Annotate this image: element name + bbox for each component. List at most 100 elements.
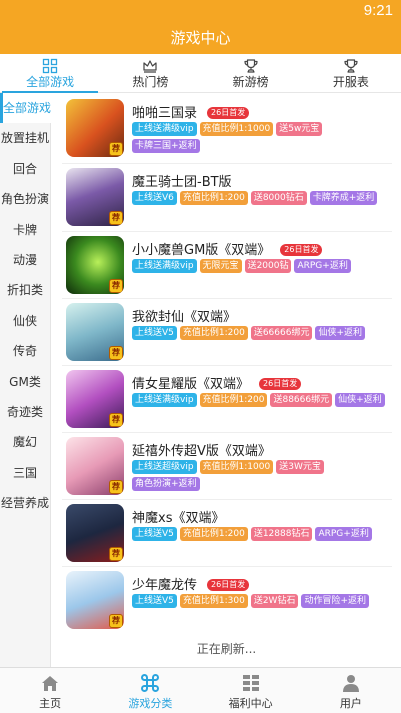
tag-genre: 仙侠+返利 <box>335 393 385 407</box>
recommend-badge: 荐 <box>109 614 123 628</box>
game-title: 小小魔兽GM版《双端》 26日首发 <box>132 239 323 258</box>
recommend-badge: 荐 <box>109 547 123 561</box>
launch-badge: 26日首发 <box>259 378 302 390</box>
user-icon <box>342 675 359 692</box>
tab-new-ranking[interactable]: 新游榜 <box>201 54 301 92</box>
tag-ratio: 充值比例1:1000 <box>199 460 274 474</box>
sidebar-item-anime[interactable]: 动漫 <box>0 245 50 275</box>
sidebar-item-card[interactable]: 卡牌 <box>0 215 50 245</box>
tag-vip: 上线送满级vip <box>132 393 197 407</box>
tag-list: 上线送满级vip 充值比例1:200 送88666绑元 仙侠+返利 <box>132 393 392 410</box>
game-list-item[interactable]: 荐 小小魔兽GM版《双端》 26日首发 上线送满级vip 无限元宝 送2000钻 ARP… <box>62 232 392 298</box>
game-list-item[interactable]: 荐 延禧外传超V版《双端》 上线送超级vip 充值比例1:1000 送3W元宝角色扮… <box>62 433 392 499</box>
game-name: 神魔xs《双端》 <box>132 511 225 526</box>
status-time: 9:21 <box>363 2 393 19</box>
tag-genre: 角色扮演+返利 <box>132 477 200 491</box>
command-icon <box>141 674 160 692</box>
tag-list: 上线送V5 充值比例1:300 送2W钻石 动作冒险+返利 <box>132 594 392 611</box>
game-title: 倩女星耀版《双端》 26日首发 <box>132 373 302 392</box>
nav-game-categories[interactable]: 游戏分类 <box>100 668 200 713</box>
nav-label: 福利中心 <box>228 697 273 710</box>
game-name: 我欲封仙《双端》 <box>132 310 237 325</box>
nav-label: 用户 <box>339 697 362 710</box>
tab-label: 新游榜 <box>232 75 269 89</box>
nav-welfare-center[interactable]: 福利中心 <box>201 668 301 713</box>
launch-badge: 26日首发 <box>280 244 323 256</box>
sidebar-item-gm[interactable]: GM类 <box>0 367 50 397</box>
tag-genre: 仙侠+返利 <box>315 326 366 340</box>
sidebar-item-fantasy[interactable]: 魔幻 <box>0 427 50 457</box>
sidebar-item-turn-based[interactable]: 回合 <box>0 154 50 184</box>
tag-ratio: 充值比例1:200 <box>179 191 248 205</box>
tab-hot-ranking[interactable]: 热门榜 <box>100 54 200 92</box>
sidebar-item-three-kingdoms[interactable]: 三国 <box>0 458 50 488</box>
game-list-item[interactable]: 荐 我欲封仙《双端》 上线送V5 充值比例1:200 送66666绑元 仙侠+返利 <box>62 299 392 365</box>
recommend-badge: 荐 <box>109 211 123 225</box>
tag-vip: 上线送满级vip <box>132 122 197 136</box>
game-list-item[interactable]: 荐 啪啪三国录 26日首发 上线送满级vip 充值比例1:1000 送5w元宝卡牌三国… <box>62 95 392 161</box>
tag-genre: 动作冒险+返利 <box>301 594 370 608</box>
tab-all-games[interactable]: 全部游戏 <box>0 54 100 93</box>
nav-label: 主页 <box>39 697 62 710</box>
game-name: 延禧外传超V版《双端》 <box>132 444 271 459</box>
game-thumbnail: 荐 <box>66 504 124 562</box>
tag-ratio: 充值比例1:200 <box>179 527 248 541</box>
tag-vip: 上线送V5 <box>132 594 177 608</box>
trophy-icon <box>344 59 358 73</box>
sidebar-item-legend[interactable]: 传奇 <box>0 336 50 366</box>
sidebar-item-discount[interactable]: 折扣类 <box>0 275 50 305</box>
recommend-badge: 荐 <box>109 142 123 156</box>
game-name: 少年魔龙传 <box>132 578 198 593</box>
tag-vip: 上线送超级vip <box>132 460 197 474</box>
game-title: 魔王骑士团-BT版 <box>132 171 232 190</box>
sidebar-item-management[interactable]: 经营养成 <box>0 488 50 518</box>
game-list-item[interactable]: 荐 魔王骑士团-BT版 上线送V6 充值比例1:200 送8000钻石 卡牌养成+返利 <box>62 164 392 230</box>
recommend-badge: 荐 <box>109 480 123 494</box>
tag-ratio: 充值比例1:200 <box>179 326 248 340</box>
sidebar-item-miracle[interactable]: 奇迹类 <box>0 397 50 427</box>
tag-vip: 上线送V6 <box>132 191 177 205</box>
grid-icon <box>42 58 58 74</box>
game-title: 神魔xs《双端》 <box>132 507 224 526</box>
tag-ratio: 充值比例1:300 <box>179 594 248 608</box>
nav-user[interactable]: 用户 <box>301 668 401 713</box>
game-thumbnail: 荐 <box>66 370 124 428</box>
tag-gift: 送8000钻石 <box>250 191 307 205</box>
sidebar-item-all-games[interactable]: 全部游戏 <box>0 93 51 124</box>
list-grid-icon <box>242 675 259 691</box>
game-list-item[interactable]: 荐 少年魔龙传 26日首发 上线送V5 充值比例1:300 送2W钻石 动作冒险+返利 <box>62 567 392 633</box>
game-thumbnail: 荐 <box>66 303 124 361</box>
recommend-badge: 荐 <box>109 346 123 360</box>
recommend-badge: 荐 <box>109 413 123 427</box>
game-list-item[interactable]: 荐 倩女星耀版《双端》 26日首发 上线送满级vip 充值比例1:200 送88666… <box>62 366 392 432</box>
tag-genre: ARPG+返利 <box>294 259 351 273</box>
game-name: 小小魔兽GM版《双端》 <box>132 243 271 258</box>
tag-gift: 送5w元宝 <box>276 122 323 136</box>
tag-list: 上线送超级vip 充值比例1:1000 送3W元宝角色扮演+返利 <box>132 460 392 494</box>
tag-vip: 上线送V5 <box>132 527 177 541</box>
tag-gift: 送88666绑元 <box>270 393 333 407</box>
page-title: 游戏中心 <box>0 22 401 54</box>
tag-ratio: 充值比例1:1000 <box>199 122 274 136</box>
game-name: 啪啪三国录 <box>132 106 198 121</box>
crown-icon <box>143 60 157 73</box>
game-name: 魔王骑士团-BT版 <box>132 175 232 190</box>
sidebar-item-rpg[interactable]: 角色扮演 <box>0 184 50 214</box>
category-sidebar: 全部游戏 放置挂机 回合 角色扮演 卡牌 动漫 折扣类 仙侠 传奇 GM类 奇迹… <box>0 93 51 667</box>
nav-label: 游戏分类 <box>128 697 173 710</box>
tag-gift: 送2W钻石 <box>250 594 299 608</box>
game-thumbnail: 荐 <box>66 571 124 629</box>
tab-server-schedule[interactable]: 开服表 <box>301 54 401 92</box>
trophy-icon <box>244 59 258 73</box>
game-list-item[interactable]: 荐 神魔xs《双端》 上线送V5 充值比例1:200 送12888钻石 ARPG+返利 <box>62 500 392 566</box>
game-title: 我欲封仙《双端》 <box>132 306 236 325</box>
tag-ratio: 无限元宝 <box>199 259 242 273</box>
nav-home[interactable]: 主页 <box>0 668 100 713</box>
sidebar-item-xianxia[interactable]: 仙侠 <box>0 306 50 336</box>
tag-gift: 送66666绑元 <box>250 326 313 340</box>
game-name: 倩女星耀版《双端》 <box>132 377 250 392</box>
sidebar-item-idle[interactable]: 放置挂机 <box>0 123 50 153</box>
tab-label: 热门榜 <box>132 75 169 89</box>
tag-list: 上线送满级vip 无限元宝 送2000钻 ARPG+返利 <box>132 259 392 276</box>
tag-genre: 卡牌养成+返利 <box>309 191 378 205</box>
